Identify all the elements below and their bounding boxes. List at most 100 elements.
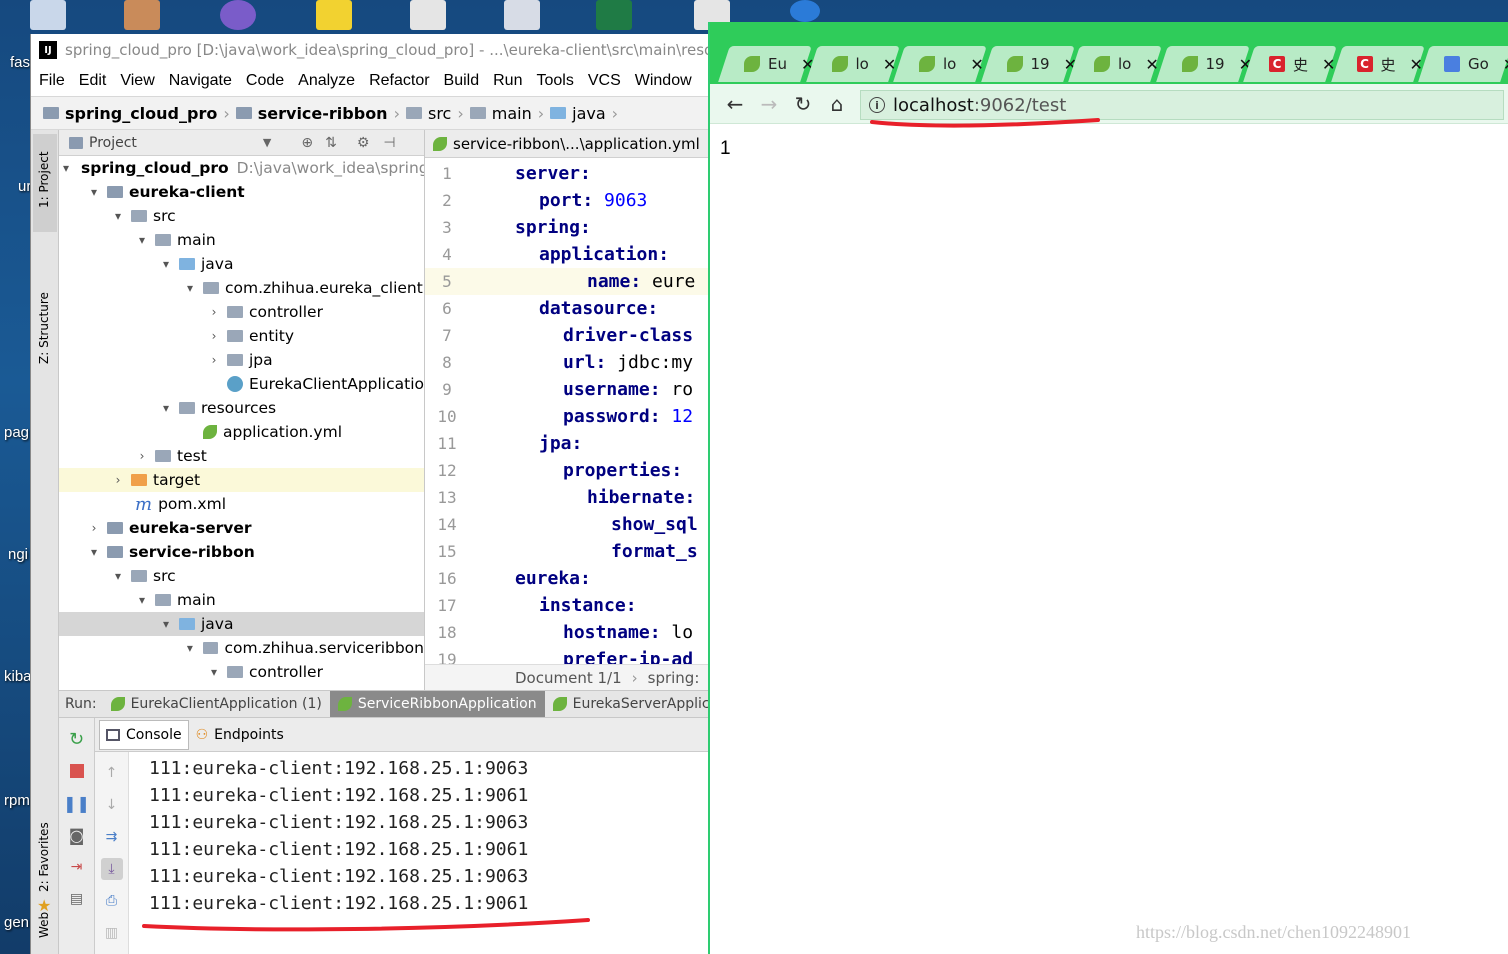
chevron-down-icon[interactable]: ▼ [263,136,271,149]
chevron-down-icon[interactable]: ▾ [135,593,149,607]
ie-icon[interactable] [790,0,820,22]
tree-item-module[interactable]: › eureka-server [59,516,424,540]
menu-vcs[interactable]: VCS [588,72,621,90]
chevron-down-icon[interactable]: ▾ [159,257,173,271]
menu-analyze[interactable]: Analyze [298,72,355,90]
menu-edit[interactable]: Edit [79,72,107,90]
chevron-down-icon[interactable]: ▾ [87,185,101,199]
chevron-down-icon[interactable]: ▾ [183,281,197,295]
home-icon[interactable]: ⌂ [820,92,854,116]
chevron-down-icon[interactable]: ▾ [159,401,173,415]
forward-icon[interactable]: → [752,92,786,116]
chevron-down-icon[interactable]: ▾ [111,209,125,223]
favorites-tool-tab-label[interactable]: 2: Favorites [37,822,51,892]
tree-item-file[interactable]: m pom.xml [59,492,424,516]
camera-icon[interactable]: ◙ [66,824,88,846]
tree-item-package[interactable]: ▾ com.zhihua.serviceribbon [59,636,424,660]
browser-tab[interactable]: C 史 ✕ [1331,46,1423,82]
browser-tab[interactable]: Eu ✕ [718,46,814,82]
arrow-down-icon[interactable]: ↓ [101,794,123,816]
target-icon[interactable]: ⊕ [301,135,313,151]
chevron-down-icon[interactable]: ▾ [207,665,221,679]
tree-item-folder[interactable]: ▾ main [59,588,424,612]
tree-item-package[interactable]: › entity [59,324,424,348]
project-panel-header[interactable]: Project ▼ ⊕ ⇅ ⚙ ⊣ [59,130,424,156]
chevron-right-icon[interactable]: › [111,473,125,487]
arrow-up-icon[interactable]: ↑ [101,762,123,784]
chevron-down-icon[interactable]: ▾ [87,545,101,559]
browser-tab[interactable]: lo ✕ [893,46,984,82]
tree-item-module[interactable]: ▾ service-ribbon [59,540,424,564]
chevron-down-icon[interactable]: ▾ [183,641,197,655]
gear-icon[interactable]: ⚙ [357,135,370,151]
excel-icon[interactable] [596,0,632,30]
browser-tab[interactable]: C 史 ✕ [1243,46,1335,82]
breadcrumb-item[interactable]: src [405,104,451,123]
back-icon[interactable]: ← [718,92,752,116]
code-lines[interactable]: 1 server: 2 port: 9063 3 spring: 4 application:… [425,160,711,673]
menu-refactor[interactable]: Refactor [369,72,429,90]
menu-file[interactable]: File [39,72,65,90]
ide-titlebar[interactable]: IJ spring_cloud_pro [D:\java\work_idea\s… [31,34,711,66]
menu-run[interactable]: Run [493,72,522,90]
menu-build[interactable]: Build [444,72,480,90]
run-tab[interactable]: EurekaClientApplication (1) [103,691,330,717]
chevron-down-icon[interactable]: ▾ [135,233,149,247]
browser-tab[interactable]: Go ✕ [1418,46,1508,82]
chevron-right-icon[interactable]: › [207,353,221,367]
tree-item-package[interactable]: › jpa [59,348,424,372]
menu-view[interactable]: View [120,72,154,90]
run-tab-active[interactable]: ServiceRibbonApplication [329,691,545,717]
tree-item-class[interactable]: EurekaClientApplicatio [59,372,424,396]
editor-tab[interactable]: service-ribbon\...\application.yml [425,130,711,158]
browser-tab[interactable]: lo ✕ [1068,46,1159,82]
chevron-down-icon[interactable]: ▾ [159,617,173,631]
run-tab[interactable]: EurekaServerApplication (1 [545,691,711,717]
chevron-down-icon[interactable]: ▾ [111,569,125,583]
menu-code[interactable]: Code [246,72,284,90]
tree-item-module[interactable]: ▾ eureka-client [59,180,424,204]
tree-item-folder[interactable]: › target [59,468,424,492]
tree-item-root[interactable]: ▾ spring_cloud_pro D:\java\work_idea\sprin… [59,156,424,180]
info-icon[interactable]: i [869,97,885,113]
print-icon[interactable]: ⎙ [101,890,123,912]
breadcrumb-item[interactable]: main [469,104,532,123]
browser-tab[interactable]: lo ✕ [806,46,896,82]
pause-icon[interactable]: ❚❚ [63,792,90,814]
close-tab-icon[interactable]: ✕ [1503,55,1508,74]
tree-item-folder[interactable]: ▾ resources [59,396,424,420]
structure-tool-tab-label[interactable]: Z: Structure [37,292,51,364]
tree-item-folder[interactable]: ▾ main [59,228,424,252]
menu-window[interactable]: Window [635,72,692,90]
chevron-right-icon[interactable]: › [207,305,221,319]
desktop-icon-1[interactable] [30,0,66,30]
chevron-right-icon[interactable]: › [135,449,149,463]
tree-item-file[interactable]: application.yml [59,420,424,444]
desktop-icon-2[interactable] [124,0,160,30]
breadcrumb-item[interactable]: java [550,104,606,123]
menu-tools[interactable]: Tools [536,72,573,90]
editor-doc-indicator[interactable]: Document 1/1 [515,669,622,687]
tree-item-folder[interactable]: › test [59,444,424,468]
scroll-to-end-icon[interactable]: ⤓ [100,858,123,880]
breadcrumb-item[interactable]: service-ribbon [235,104,388,123]
tree-item-folder[interactable]: ▾ src [59,204,424,228]
tab-console[interactable]: Console [99,719,189,750]
tree-item-folder[interactable]: ▾ java [59,252,424,276]
tree-item-folder-selected[interactable]: ▾ java [59,612,424,636]
hide-icon[interactable]: ⊣ [383,135,395,151]
tab-endpoints[interactable]: ⚇ Endpoints [189,720,291,750]
desktop-icon-4[interactable] [316,0,352,30]
desktop-icon-6[interactable] [504,0,540,30]
desktop-icon-3[interactable] [220,0,256,30]
chevron-right-icon[interactable]: › [87,521,101,535]
layout-icon[interactable]: ▤ [66,888,88,910]
editor-path[interactable]: spring: [648,669,700,687]
rerun-icon[interactable]: ↻ [66,728,88,750]
chevron-down-icon[interactable]: ▾ [63,161,69,175]
chevron-right-icon[interactable]: › [207,329,221,343]
desktop-icon-5[interactable] [410,0,446,30]
collapse-icon[interactable]: ⇅ [325,135,337,151]
breadcrumb-item[interactable]: spring_cloud_pro [43,104,217,123]
tree-item-package[interactable]: ▾ controller [59,660,424,684]
